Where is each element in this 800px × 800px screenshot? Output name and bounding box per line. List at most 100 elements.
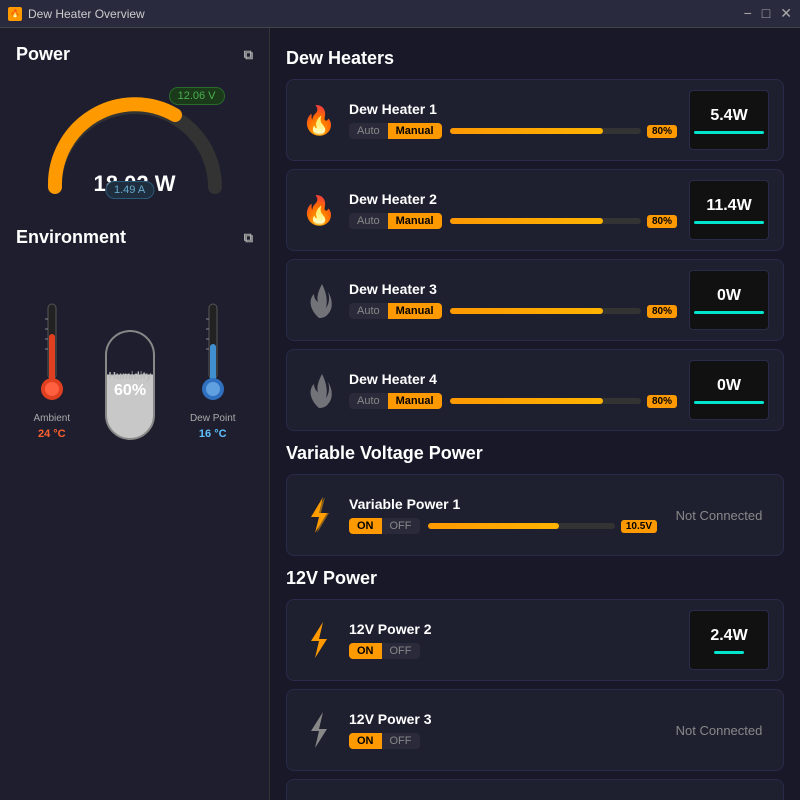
dew-heater-3-name: Dew Heater 3 — [349, 281, 677, 297]
12v-power-2-value-box: 2.4W — [689, 610, 769, 670]
dew-heater-2-track — [450, 218, 641, 224]
dew-heater-1-controls: Auto Manual 80% — [349, 123, 677, 139]
env-external-icon[interactable]: ⧉ — [244, 230, 253, 246]
ambient-thermo: Ambient 24 °C — [33, 299, 70, 440]
dew-heater-3-controls: Auto Manual 80% — [349, 303, 677, 319]
variable-power-1-fill — [428, 523, 559, 529]
12v-power-2-state-group[interactable]: ON OFF — [349, 643, 420, 659]
dew-heater-3-value-box: 0W — [689, 270, 769, 330]
dew-heater-3-auto-btn[interactable]: Auto — [349, 303, 388, 319]
gauge-wrapper: 18.02 W 12.06 V 1.49 A — [35, 77, 235, 207]
dew-heater-4-slider[interactable]: 80% — [450, 395, 677, 408]
12v-power-3-off-btn[interactable]: OFF — [382, 733, 420, 749]
variable-power-1-name: Variable Power 1 — [349, 496, 657, 512]
dew-heater-4-manual-btn[interactable]: Manual — [388, 393, 442, 409]
variable-power-1-off-btn[interactable]: OFF — [382, 518, 420, 534]
environment-title: Environment — [16, 227, 126, 248]
variable-power-1-badge: 10.5V — [621, 520, 657, 533]
dew-heater-2-card: 🔥 Dew Heater 2 Auto Manual 80% — [286, 169, 784, 251]
dew-heaters-title: Dew Heaters — [286, 48, 784, 69]
dew-heater-3-manual-btn[interactable]: Manual — [388, 303, 442, 319]
dew-heater-2-auto-btn[interactable]: Auto — [349, 213, 388, 229]
maximize-button[interactable]: □ — [762, 5, 770, 22]
12v-power-2-value: 2.4W — [710, 627, 747, 645]
dew-heater-1-mode-group[interactable]: Auto Manual — [349, 123, 442, 139]
dew-heater-4-value-box: 0W — [689, 360, 769, 420]
power-section-header: Power ⧉ — [16, 44, 253, 65]
title-bar-left: 🔥 Dew Heater Overview — [8, 7, 145, 21]
dew-heater-2-bar — [694, 221, 764, 224]
dew-heater-3-card: Dew Heater 3 Auto Manual 80% 0W — [286, 259, 784, 341]
dew-heater-3-info: Dew Heater 3 Auto Manual 80% — [349, 281, 677, 319]
voltage-badge: 12.06 V — [169, 87, 225, 105]
12v-power-2-on-btn[interactable]: ON — [349, 643, 382, 659]
dew-heater-3-mode-group[interactable]: Auto Manual — [349, 303, 442, 319]
variable-voltage-title: Variable Voltage Power — [286, 443, 784, 464]
12v-power-2-info: 12V Power 2 ON OFF — [349, 621, 677, 659]
dew-heater-1-card: 🔥 Dew Heater 1 Auto Manual 80% — [286, 79, 784, 161]
close-button[interactable]: ✕ — [780, 5, 792, 22]
12v-power-2-name: 12V Power 2 — [349, 621, 677, 637]
12v-power-4-value-box: Not Connected — [669, 790, 769, 800]
humidity-label-text: Humidity — [109, 371, 152, 382]
12v-power-3-state-group[interactable]: ON OFF — [349, 733, 420, 749]
humidity-wrap: Humidity 60% — [105, 330, 155, 440]
dew-heater-2-controls: Auto Manual 80% — [349, 213, 677, 229]
dew-heater-4-track — [450, 398, 641, 404]
humidity-value: 60% — [114, 382, 146, 400]
power-gauge-container: 18.02 W 12.06 V 1.49 A — [16, 77, 253, 207]
12v-power-2-icon — [301, 618, 337, 662]
variable-power-1-on-btn[interactable]: ON — [349, 518, 382, 534]
dew-heater-3-value: 0W — [717, 287, 741, 305]
dewpoint-value: 16 °C — [199, 428, 227, 440]
dew-heater-1-value: 5.4W — [710, 107, 747, 125]
12v-power-3-controls: ON OFF — [349, 733, 657, 749]
dew-heater-2-icon: 🔥 — [301, 188, 337, 232]
dew-heater-4-card: Dew Heater 4 Auto Manual 80% 0W — [286, 349, 784, 431]
power-external-icon[interactable]: ⧉ — [244, 47, 253, 63]
12v-power-2-off-btn[interactable]: OFF — [382, 643, 420, 659]
variable-power-1-icon — [301, 493, 337, 537]
minimize-button[interactable]: − — [744, 5, 752, 22]
variable-power-1-track — [428, 523, 615, 529]
dew-heater-2-mode-group[interactable]: Auto Manual — [349, 213, 442, 229]
dew-heater-2-slider[interactable]: 80% — [450, 215, 677, 228]
dew-heater-3-badge: 80% — [647, 305, 677, 318]
dew-heater-4-auto-btn[interactable]: Auto — [349, 393, 388, 409]
12v-power-3-card: 12V Power 3 ON OFF Not Connected — [286, 689, 784, 771]
dew-heater-1-value-box: 5.4W — [689, 90, 769, 150]
humidity-oval: Humidity 60% — [105, 330, 155, 440]
main-layout: Power ⧉ 18.02 W 12.06 V 1.49 A Environme… — [0, 28, 800, 800]
12v-power-3-on-btn[interactable]: ON — [349, 733, 382, 749]
variable-power-1-info: Variable Power 1 ON OFF 10.5V — [349, 496, 657, 534]
dew-heater-1-auto-btn[interactable]: Auto — [349, 123, 388, 139]
dew-heater-4-info: Dew Heater 4 Auto Manual 80% — [349, 371, 677, 409]
12v-power-3-name: 12V Power 3 — [349, 711, 657, 727]
variable-power-1-state-group[interactable]: ON OFF — [349, 518, 420, 534]
environment-header: Environment ⧉ — [16, 227, 253, 248]
dew-heater-1-manual-btn[interactable]: Manual — [388, 123, 442, 139]
dew-heater-1-slider[interactable]: 80% — [450, 125, 677, 138]
dew-heater-4-mode-group[interactable]: Auto Manual — [349, 393, 442, 409]
dew-heater-1-fill — [450, 128, 603, 134]
dew-heater-1-bar — [694, 131, 764, 134]
app-icon: 🔥 — [8, 7, 22, 21]
variable-power-1-controls: ON OFF 10.5V — [349, 518, 657, 534]
dew-heater-2-fill — [450, 218, 603, 224]
dew-heater-2-value: 11.4W — [706, 197, 751, 215]
dew-heater-2-info: Dew Heater 2 Auto Manual 80% — [349, 191, 677, 229]
environment-section: Environment ⧉ — [16, 227, 253, 440]
dewpoint-thermo: Dew Point 16 °C — [190, 299, 236, 440]
dew-heater-1-icon: 🔥 — [301, 98, 337, 142]
dew-heater-3-slider[interactable]: 80% — [450, 305, 677, 318]
variable-power-1-card: Variable Power 1 ON OFF 10.5V Not Conne — [286, 474, 784, 556]
right-panel: Dew Heaters 🔥 Dew Heater 1 Auto Manual — [270, 28, 800, 800]
title-bar: 🔥 Dew Heater Overview − □ ✕ — [0, 0, 800, 28]
dew-heater-4-badge: 80% — [647, 395, 677, 408]
title-bar-controls[interactable]: − □ ✕ — [744, 5, 792, 22]
12v-power-4-card: 12V Power 4 ON OFF Not Connected — [286, 779, 784, 800]
dew-heater-2-manual-btn[interactable]: Manual — [388, 213, 442, 229]
12v-power-2-bolt-svg — [305, 621, 333, 659]
dew-heater-4-icon — [301, 368, 337, 412]
variable-power-1-slider[interactable]: 10.5V — [428, 520, 658, 533]
